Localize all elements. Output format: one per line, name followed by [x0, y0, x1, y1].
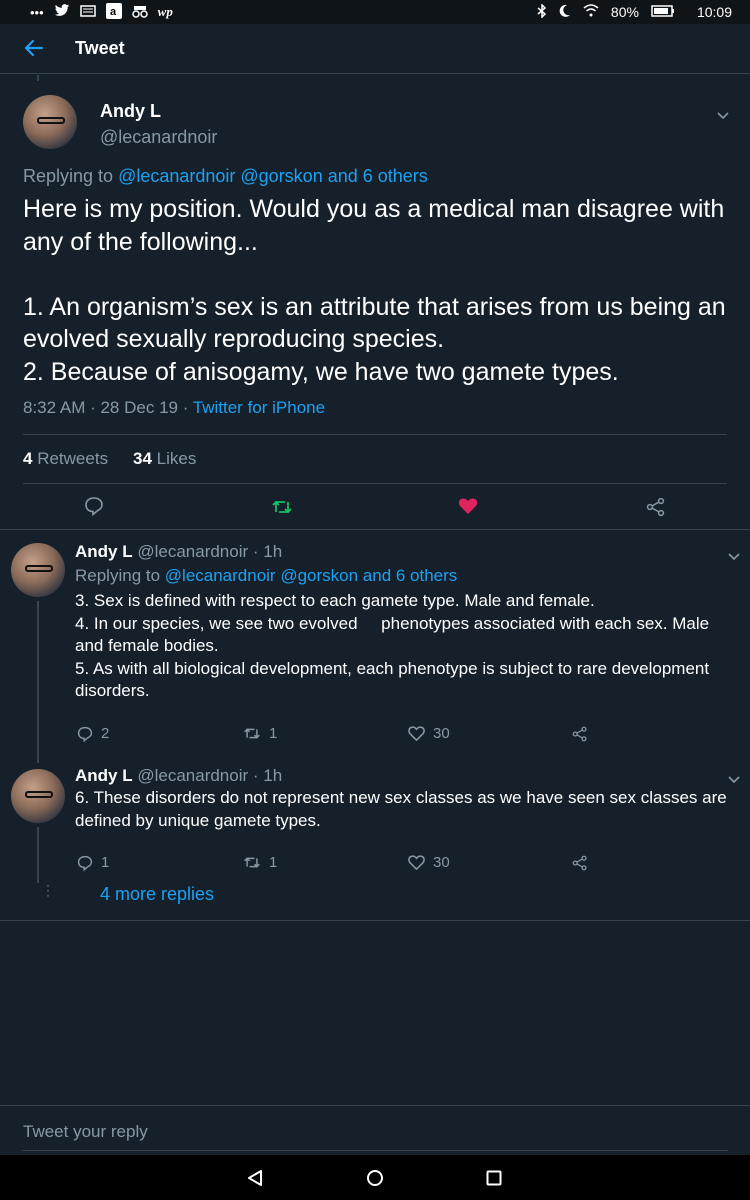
- heart-icon: [408, 726, 425, 741]
- author-handle-time: @lecanardnoir · 1h: [137, 542, 283, 561]
- like-count: 30: [433, 725, 450, 742]
- share-icon[interactable]: [646, 497, 666, 522]
- nav-home-icon[interactable]: [366, 1169, 384, 1192]
- wifi-icon: [583, 4, 599, 20]
- retweets-count: 4: [23, 449, 33, 468]
- author-name[interactable]: Andy L: [100, 101, 161, 122]
- tweet-source[interactable]: Twitter for iPhone: [193, 398, 325, 417]
- reply-icon: [77, 855, 93, 871]
- reply-count-button[interactable]: 2: [77, 725, 109, 742]
- washington-post-icon: wp: [157, 4, 173, 19]
- heart-icon: [408, 855, 425, 870]
- retweet-icon: [244, 857, 260, 868]
- reply-text: 6. These disorders do not represent new …: [75, 788, 732, 830]
- replying-to: Replying to @lecanardnoir @gorskon and 6…: [23, 166, 428, 187]
- reply-count: 1: [101, 854, 110, 871]
- chevron-down-icon[interactable]: [727, 772, 741, 784]
- tweet-meta: 8:32 AM · 28 Dec 19 · Twitter for iPhone: [23, 398, 325, 418]
- retweet-count: 1: [269, 854, 278, 871]
- nav-recents-icon[interactable]: [486, 1170, 502, 1191]
- top-bar: Tweet: [0, 24, 750, 74]
- likes-count: 34: [133, 449, 152, 468]
- reply-icon[interactable]: [84, 496, 104, 521]
- status-bar: ••• a wp 80% 10:09: [0, 0, 750, 24]
- avatar[interactable]: [11, 543, 65, 597]
- share-icon[interactable]: [572, 855, 588, 876]
- reply-header: Andy L @lecanardnoir · 1h: [75, 542, 282, 562]
- navigation-bar: [0, 1155, 750, 1200]
- likes-label: Likes: [156, 449, 197, 468]
- replying-to-users[interactable]: @lecanardnoir @gorskon and 6 others: [118, 166, 428, 186]
- thread-line: [37, 827, 39, 883]
- bluetooth-icon: [537, 2, 547, 21]
- replying-to: Replying to @lecanardnoir @gorskon and 6…: [75, 566, 457, 586]
- tweet-text: Here is my position. Would you as a medi…: [23, 195, 726, 386]
- nav-back-icon[interactable]: [246, 1169, 264, 1192]
- more-notifications-icon: •••: [30, 4, 44, 20]
- thread-line-top: [37, 75, 39, 81]
- retweet-icon[interactable]: [271, 498, 293, 521]
- author-name[interactable]: Andy L: [75, 766, 133, 785]
- divider: [23, 483, 727, 484]
- like-count-button[interactable]: 30: [408, 854, 450, 871]
- divider: [0, 920, 750, 921]
- back-arrow-icon[interactable]: [22, 36, 46, 60]
- more-replies-link[interactable]: 4 more replies: [100, 884, 214, 905]
- svg-text:a: a: [110, 6, 117, 18]
- reply-text: 3. Sex is defined with respect to each g…: [75, 591, 710, 700]
- thread-line: [37, 601, 39, 763]
- twitter-icon: [54, 4, 70, 20]
- retweet-count-button[interactable]: 1: [243, 725, 277, 742]
- share-icon[interactable]: [572, 726, 588, 747]
- reply-tweet[interactable]: Andy L @lecanardnoir · 1h Replying to @l…: [0, 529, 750, 763]
- amazon-icon: a: [105, 2, 122, 22]
- author-handle[interactable]: @lecanardnoir: [100, 127, 217, 148]
- reply-input-underline: [22, 1150, 728, 1151]
- replying-to-users[interactable]: @lecanardnoir @gorskon and 6 others: [165, 566, 458, 585]
- reply-input[interactable]: Tweet your reply: [23, 1122, 148, 1142]
- divider: [23, 434, 727, 435]
- thread-dots-icon: · · ·: [46, 878, 50, 902]
- chevron-down-icon[interactable]: [727, 549, 741, 561]
- news-icon: [79, 4, 96, 21]
- replying-to-prefix: Replying to: [75, 566, 165, 585]
- avatar[interactable]: [23, 95, 77, 149]
- reply-icon: [77, 726, 93, 742]
- avatar[interactable]: [11, 769, 65, 823]
- tweet-timestamp: 8:32 AM · 28 Dec 19 ·: [23, 398, 193, 417]
- author-name[interactable]: Andy L: [75, 542, 133, 561]
- do-not-disturb-icon: [559, 4, 571, 21]
- incognito-icon: [131, 4, 148, 21]
- retweets-label: Retweets: [37, 449, 109, 468]
- page-title: Tweet: [75, 38, 125, 58]
- likes-stat[interactable]: 34 Likes: [133, 449, 196, 469]
- reply-count: 2: [101, 725, 110, 742]
- clock: 10:09: [696, 4, 732, 20]
- retweets-stat[interactable]: 4 Retweets: [23, 449, 108, 469]
- author-handle-time: @lecanardnoir · 1h: [137, 766, 283, 785]
- like-count: 30: [433, 854, 450, 871]
- like-heart-icon[interactable]: [458, 497, 478, 520]
- replying-to-prefix: Replying to: [23, 166, 119, 186]
- chevron-down-icon[interactable]: [716, 108, 730, 120]
- reply-count-button[interactable]: 1: [77, 854, 109, 871]
- reply-composer[interactable]: Tweet your reply: [0, 1105, 750, 1155]
- retweet-icon: [244, 728, 260, 739]
- battery-icon: [651, 4, 675, 20]
- retweet-count: 1: [269, 725, 278, 742]
- retweet-count-button[interactable]: 1: [243, 854, 277, 871]
- like-count-button[interactable]: 30: [408, 725, 450, 742]
- reply-tweet[interactable]: Andy L @lecanardnoir · 1h 6. These disor…: [0, 759, 750, 919]
- reply-header: Andy L @lecanardnoir · 1h: [75, 766, 282, 786]
- battery-percent: 80%: [610, 4, 639, 20]
